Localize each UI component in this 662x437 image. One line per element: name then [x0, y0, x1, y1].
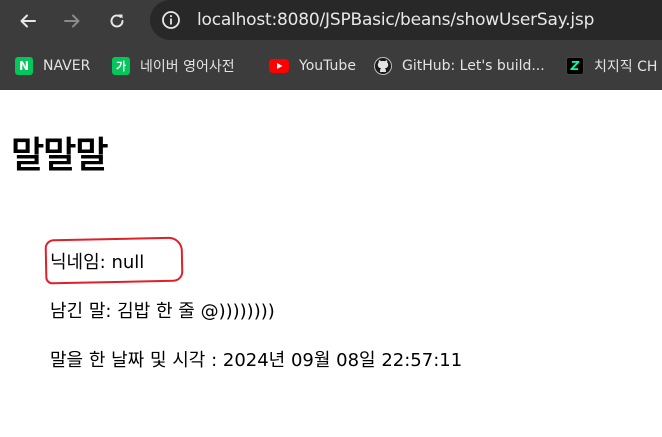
- reload-icon: [110, 14, 124, 28]
- bookmark-label: 네이버 영어사전: [140, 59, 235, 75]
- site-info-icon[interactable]: [160, 9, 182, 31]
- bookmark-naver-dictionary[interactable]: 가 네이버 영어사전: [112, 56, 235, 76]
- browser-toolbar: localhost:8080/JSPBasic/beans/showUserSa…: [0, 0, 662, 42]
- bookmark-youtube[interactable]: YouTube: [269, 56, 356, 76]
- annotation-highlight: [44, 236, 184, 285]
- bookmarks-bar: N NAVER 가 네이버 영어사전 YouTube GitHub: Let's…: [0, 42, 662, 90]
- reload-button[interactable]: [104, 8, 130, 34]
- address-bar[interactable]: localhost:8080/JSPBasic/beans/showUserSa…: [150, 0, 662, 40]
- datetime-line: 말을 한 날짜 및 시각 : 2024년 09월 08일 22:57:11: [50, 350, 463, 371]
- back-button[interactable]: [15, 8, 41, 34]
- arrow-right-icon: [64, 14, 80, 28]
- bookmark-label: NAVER: [43, 58, 91, 74]
- chzzk-icon: Z: [566, 57, 584, 75]
- bookmark-github[interactable]: GitHub: Let's build...: [374, 56, 545, 76]
- address-bar-url[interactable]: localhost:8080/JSPBasic/beans/showUserSa…: [197, 9, 594, 31]
- url-host: localhost: [197, 10, 272, 30]
- message-line: 남긴 말: 김밥 한 줄 @)))))))): [50, 301, 275, 322]
- page-content: 말말말 닉네임: null 남긴 말: 김밥 한 줄 @)))))))) 말을 …: [0, 90, 662, 437]
- github-icon: [374, 57, 392, 75]
- bookmark-label: YouTube: [299, 58, 356, 74]
- arrow-left-icon: [20, 14, 36, 28]
- bookmark-label: 치지직 CH: [594, 59, 658, 75]
- url-path: :8080/JSPBasic/beans/showUserSay.jsp: [271, 10, 595, 30]
- bookmark-label: GitHub: Let's build...: [402, 58, 545, 74]
- naver-dictionary-icon: 가: [112, 57, 130, 75]
- forward-button[interactable]: [59, 8, 85, 34]
- page-title: 말말말: [11, 135, 108, 176]
- naver-icon: N: [15, 57, 33, 75]
- bookmark-naver[interactable]: N NAVER: [15, 56, 90, 76]
- youtube-icon: [269, 57, 289, 75]
- bookmark-chzzk[interactable]: Z 치지직 CH: [566, 56, 657, 76]
